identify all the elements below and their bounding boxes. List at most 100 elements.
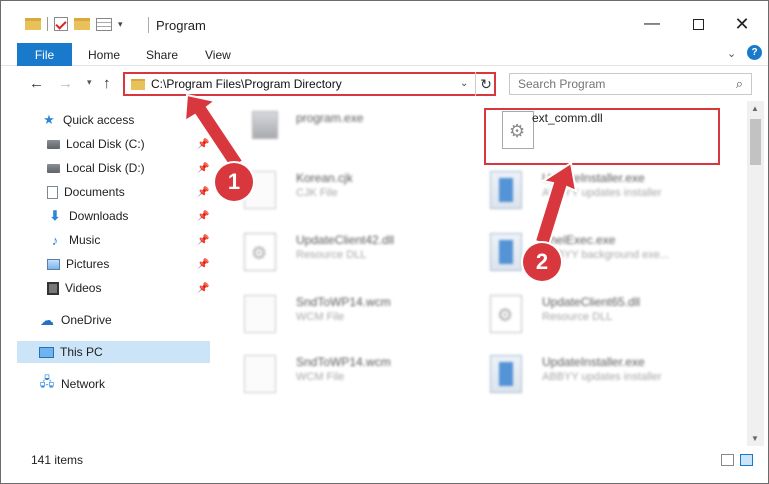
file-type: Resource DLL: [296, 249, 367, 261]
scroll-up-icon[interactable]: ▲: [751, 104, 759, 113]
recent-locations-chevron-icon[interactable]: ▾: [87, 77, 92, 88]
scroll-down-icon[interactable]: ▼: [751, 434, 759, 443]
ribbon-tabs: File Home Share View ⌄ ?: [1, 43, 768, 66]
pin-icon[interactable]: 📌: [197, 163, 209, 174]
list-item[interactable]: UpdateInstaller.exe ABBYY updates instal…: [472, 163, 707, 217]
navigation-bar: ← → ▾ ↑ C:\Program Files\Program Directo…: [1, 67, 768, 101]
sidebar-item-label: Documents: [64, 185, 125, 199]
search-box[interactable]: ⌕: [509, 73, 752, 95]
properties-check-icon[interactable]: [54, 17, 68, 31]
sidebar-item-downloads[interactable]: ⬇ Downloads: [47, 205, 209, 227]
sidebar-item-network[interactable]: 🖧 Network: [39, 373, 209, 395]
toolbar-separator: [47, 17, 48, 31]
address-dropdown-chevron-icon[interactable]: ⌄: [460, 78, 468, 89]
sidebar-item-videos[interactable]: Videos: [47, 277, 209, 299]
address-folder-icon: [131, 78, 145, 90]
maximize-icon: [692, 18, 704, 30]
file-name: SndToWP14.wcm: [296, 355, 391, 369]
search-icon[interactable]: ⌕: [736, 76, 743, 92]
customize-toolbar-chevron-icon[interactable]: ▾: [118, 19, 123, 30]
details-view-icon[interactable]: [721, 454, 734, 466]
star-icon: ★: [43, 112, 55, 127]
pin-icon[interactable]: 📌: [197, 139, 209, 150]
forward-arrow-icon[interactable]: →: [58, 75, 73, 92]
sidebar-item-onedrive[interactable]: ☁ OneDrive: [39, 309, 209, 331]
refresh-icon[interactable]: ↻: [475, 72, 496, 96]
address-path[interactable]: C:\Program Files\Program Directory: [151, 77, 342, 91]
list-item[interactable]: ShelExec.exe ABBYY background exe...: [472, 225, 707, 279]
properties-icon[interactable]: [96, 17, 112, 31]
pin-icon[interactable]: 📌: [197, 283, 209, 294]
download-icon: ⬇: [49, 208, 61, 223]
music-icon: ♪: [51, 232, 59, 248]
file-name: ShelExec.exe: [542, 233, 616, 247]
tab-file[interactable]: File: [17, 43, 72, 66]
minimize-button[interactable]: —: [629, 9, 675, 39]
list-item[interactable]: UpdateInstaller.exe ABBYY updates instal…: [472, 347, 707, 401]
new-folder-icon[interactable]: [74, 18, 90, 30]
window-title: Program: [156, 18, 206, 33]
sidebar-item-label: Music: [69, 233, 101, 247]
maximize-button[interactable]: [675, 9, 721, 39]
close-button[interactable]: ✕: [719, 9, 765, 39]
cloud-icon: ☁: [40, 311, 54, 328]
file-type: Resource DLL: [542, 311, 613, 323]
pin-icon[interactable]: 📌: [197, 235, 209, 246]
file-type: ABBYY updates installer: [542, 371, 662, 383]
drive-icon: [47, 163, 60, 173]
sidebar-item-music[interactable]: ♪ Music: [47, 229, 209, 251]
list-item[interactable]: UpdateClient65.dll Resource DLL: [472, 287, 707, 341]
navigation-pane: ★ Quick access Local Disk (C:) 📌 Local D…: [1, 101, 211, 446]
list-item[interactable]: SndToWP14.wcm WCM File: [226, 287, 461, 341]
dll-gear-icon: [244, 233, 276, 271]
scrollbar-thumb[interactable]: [750, 119, 761, 165]
folder-icon: [25, 18, 41, 30]
document-icon: [244, 355, 276, 393]
vertical-scrollbar[interactable]: ▲ ▼: [747, 101, 764, 446]
tab-share[interactable]: Share: [146, 48, 178, 62]
pin-icon[interactable]: 📌: [197, 211, 209, 222]
expand-ribbon-chevron-icon[interactable]: ⌄: [727, 47, 736, 60]
file-name: SndToWP14.wcm: [296, 295, 391, 309]
dll-gear-icon: [490, 295, 522, 333]
file-type: CJK File: [296, 187, 338, 199]
highlight-box-ext-comm: [484, 108, 720, 165]
file-name: UpdateClient42.dll: [296, 233, 395, 247]
installer-icon: [490, 355, 522, 393]
sidebar-item-this-pc[interactable]: This PC: [17, 341, 210, 363]
pictures-icon: [47, 258, 60, 270]
file-name: UpdateClient65.dll: [542, 295, 641, 309]
large-icons-view-icon[interactable]: [740, 454, 753, 466]
sidebar-item-pictures[interactable]: Pictures: [47, 253, 209, 275]
view-toggle: [721, 454, 753, 466]
sidebar-item-local-disk-c[interactable]: Local Disk (C:): [47, 133, 209, 155]
tab-home[interactable]: Home: [88, 48, 120, 62]
sidebar-item-documents[interactable]: Documents: [47, 181, 209, 203]
file-type: ABBYY background exe...: [542, 249, 669, 261]
documents-icon: [47, 185, 58, 199]
address-bar[interactable]: C:\Program Files\Program Directory ⌄ ↻: [123, 72, 496, 96]
search-input[interactable]: [518, 77, 718, 91]
exe-icon: [252, 111, 278, 139]
sidebar-item-local-disk-d[interactable]: Local Disk (D:): [47, 157, 209, 179]
sidebar-item-label: Local Disk (D:): [66, 161, 145, 175]
list-item[interactable]: SndToWP14.wcm WCM File: [226, 347, 461, 401]
installer-icon: [490, 171, 522, 209]
up-arrow-icon[interactable]: ↑: [103, 75, 111, 92]
pin-icon[interactable]: 📌: [197, 187, 209, 198]
file-name: Korean.cjk: [296, 171, 353, 185]
sidebar-item-label: Local Disk (C:): [66, 137, 145, 151]
pin-icon[interactable]: 📌: [197, 259, 209, 270]
sidebar-item-label: This PC: [60, 345, 103, 359]
help-icon[interactable]: ?: [747, 45, 762, 60]
back-arrow-icon[interactable]: ←: [29, 75, 44, 92]
list-item[interactable]: UpdateClient42.dll Resource DLL: [226, 225, 461, 279]
sidebar-item-quick-access[interactable]: ★ Quick access: [41, 109, 209, 131]
list-item[interactable]: program.exe: [226, 103, 461, 157]
tab-view[interactable]: View: [205, 48, 231, 62]
list-item[interactable]: Korean.cjk CJK File: [226, 163, 461, 217]
installer-icon: [490, 233, 522, 271]
file-type: WCM File: [296, 371, 345, 383]
quick-access-toolbar: ▾: [25, 17, 123, 31]
document-icon: [244, 295, 276, 333]
